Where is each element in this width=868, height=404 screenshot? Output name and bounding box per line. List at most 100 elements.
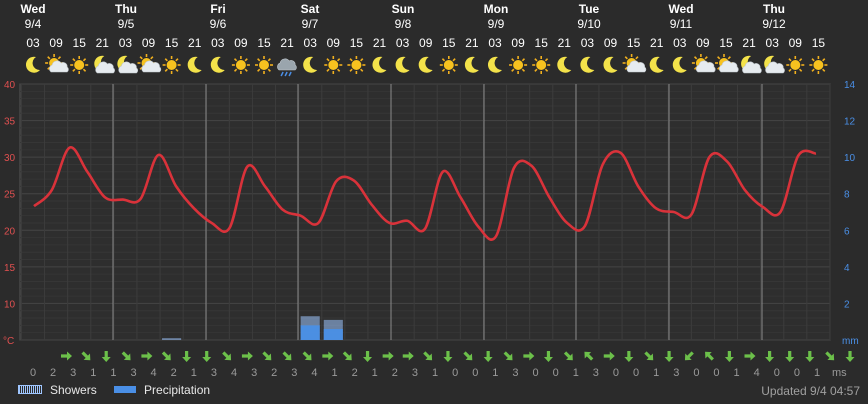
hour-label: 03 xyxy=(581,36,595,50)
wind-speed: 3 xyxy=(251,367,257,379)
day-date: 9/12 xyxy=(762,17,786,31)
wind-speed: 0 xyxy=(533,367,539,379)
sun-disc xyxy=(351,60,362,70)
wind-speed: 3 xyxy=(130,367,136,379)
sun-ray xyxy=(822,58,826,62)
sun-ray xyxy=(82,68,87,72)
moon-shape xyxy=(649,56,664,73)
moon-icon xyxy=(187,56,202,73)
wind-speed: 1 xyxy=(90,367,96,379)
wind-arrow xyxy=(624,351,634,362)
wind-speed: 4 xyxy=(151,367,157,379)
sun-icon xyxy=(324,56,343,74)
hour-label: 15 xyxy=(442,36,456,50)
wind-arrow-shape xyxy=(805,351,815,362)
hour-label: 21 xyxy=(280,36,294,50)
wind-arrow-shape xyxy=(262,351,272,361)
hour-label: 09 xyxy=(142,36,156,50)
wind-arrow xyxy=(322,351,334,361)
wind-speed: 1 xyxy=(653,367,659,379)
day-date: 9/4 xyxy=(25,17,42,31)
sun-ray xyxy=(788,68,792,72)
wind-arrow xyxy=(825,351,835,361)
wind-arrow-shape xyxy=(785,351,795,362)
legend-precipitation: Precipitation xyxy=(144,382,211,397)
wind-speed: 0 xyxy=(30,367,36,379)
hour-label: 21 xyxy=(465,36,479,50)
precipitation-bar xyxy=(300,325,320,340)
day-name: Sun xyxy=(392,2,415,16)
sun-ray xyxy=(360,58,364,62)
sun-ray xyxy=(139,56,143,60)
showers-bar xyxy=(162,338,182,340)
hour-label: 09 xyxy=(327,36,341,50)
wind-arrow xyxy=(81,351,91,361)
wind-arrow-shape xyxy=(382,351,394,361)
moon-icon xyxy=(25,56,40,73)
moon-icon xyxy=(210,56,225,73)
wind-arrow-shape xyxy=(222,351,232,361)
hour-label: 21 xyxy=(650,36,664,50)
day-name: Thu xyxy=(763,2,785,16)
sun-ray xyxy=(788,58,792,62)
day-headers: Wed9/4Thu9/5Fri9/6Sat9/7Sun9/8Mon9/9Tue9… xyxy=(20,2,786,31)
sun-ray xyxy=(336,58,341,62)
right-axis-tick: 2 xyxy=(844,299,850,310)
wind-arrow xyxy=(765,351,775,362)
sun-ray xyxy=(336,68,341,72)
wind-speed: 2 xyxy=(352,367,358,379)
wind-arrow xyxy=(684,351,694,361)
sun-icon xyxy=(347,56,366,74)
sun-icon xyxy=(255,56,273,74)
wind-arrow-shape xyxy=(483,351,493,362)
wind-speed: 0 xyxy=(774,367,780,379)
wind-arrow xyxy=(603,351,615,361)
day-date: 9/11 xyxy=(670,17,693,31)
wind-speed: 1 xyxy=(492,367,498,379)
sun-ray xyxy=(47,56,51,60)
hour-label: 09 xyxy=(419,36,433,50)
right-axis-tick: 8 xyxy=(844,190,850,201)
wind-speed: 0 xyxy=(613,367,619,379)
wind-arrow-shape xyxy=(825,351,835,361)
wind-speed: 2 xyxy=(271,367,277,379)
wind-arrow xyxy=(222,351,232,361)
wind-speed: 0 xyxy=(452,367,458,379)
wind-speed: 3 xyxy=(512,367,518,379)
day-name: Thu xyxy=(115,2,137,16)
wind-arrow-shape xyxy=(584,351,594,361)
wind-arrow xyxy=(523,351,535,361)
sun-cloud-icon xyxy=(691,54,716,73)
sun-ray xyxy=(175,58,179,62)
wind-arrow xyxy=(724,351,734,362)
wind-arrow xyxy=(785,351,795,362)
wind-arrow xyxy=(382,351,394,361)
moon-icon xyxy=(580,56,595,73)
moon-shape xyxy=(25,56,40,73)
wind-speed: 2 xyxy=(50,367,56,379)
wind-speed: 1 xyxy=(734,367,740,379)
wind-speed: 2 xyxy=(392,367,398,379)
wind-speed: 0 xyxy=(794,367,800,379)
wind-arrow-shape xyxy=(705,351,714,361)
wind-arrow-shape xyxy=(182,351,192,362)
wind-speed: 2 xyxy=(171,367,177,379)
hour-label: 15 xyxy=(165,36,179,50)
sun-ray xyxy=(233,58,238,62)
day-name: Wed xyxy=(668,2,693,16)
sun-ray xyxy=(441,68,446,72)
right-axis-tick: 6 xyxy=(844,226,850,237)
sun-ray xyxy=(521,58,526,62)
hour-label: 03 xyxy=(673,36,687,50)
day-date: 9/8 xyxy=(395,17,412,31)
sun-disc xyxy=(166,60,177,70)
sun-disc xyxy=(513,60,524,70)
sun-ray xyxy=(693,56,698,60)
sun-cloud-icon xyxy=(715,54,739,73)
right-axis-tick: 10 xyxy=(844,153,856,164)
hour-label: 03 xyxy=(396,36,410,50)
wind-arrow xyxy=(543,351,553,362)
moon-shape xyxy=(487,56,502,73)
moon-shape xyxy=(187,56,202,73)
sun-ray xyxy=(72,68,76,72)
